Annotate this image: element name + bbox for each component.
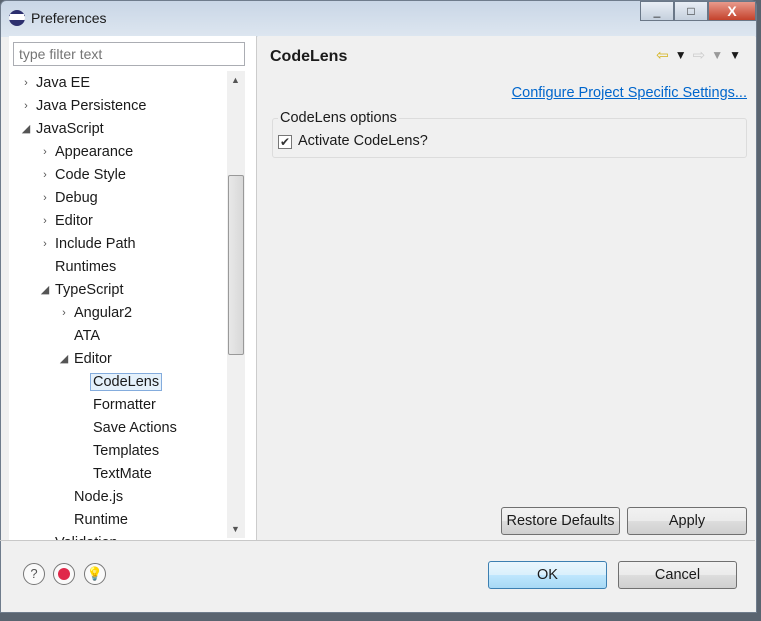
tree-item-label: Save Actions xyxy=(93,420,177,436)
scroll-thumb[interactable] xyxy=(228,175,244,355)
cancel-button[interactable]: Cancel xyxy=(618,561,737,589)
tree-scrollbar[interactable]: ▲ ▼ xyxy=(227,71,245,538)
configure-project-settings-link[interactable]: Configure Project Specific Settings... xyxy=(512,85,747,101)
collapse-arrow-icon[interactable]: ◢ xyxy=(21,118,31,140)
expand-arrow-icon[interactable]: › xyxy=(40,164,50,186)
maximize-button[interactable]: □ xyxy=(674,1,708,21)
tree-item-label: Java Persistence xyxy=(36,98,147,114)
tree-item[interactable]: ◢ TypeScript xyxy=(41,279,124,301)
expand-arrow-icon[interactable]: › xyxy=(40,187,50,209)
tree-item[interactable]: Validation xyxy=(55,532,118,540)
window-title: Preferences xyxy=(31,10,107,26)
expand-arrow-icon[interactable]: › xyxy=(40,210,50,232)
tree-item[interactable]: Runtime xyxy=(74,509,128,531)
page-title: CodeLens xyxy=(270,48,348,65)
tree-item-label: Runtime xyxy=(74,512,128,528)
scroll-down-icon[interactable]: ▼ xyxy=(231,524,240,534)
tree-item-label: Node.js xyxy=(74,489,124,505)
tree-item-label: Angular2 xyxy=(74,305,133,321)
expand-arrow-icon[interactable]: › xyxy=(21,72,31,94)
apply-button[interactable]: Apply xyxy=(627,507,747,535)
tree-item[interactable]: › Angular2 xyxy=(62,302,133,324)
forward-arrow-icon[interactable]: ⇨ xyxy=(693,46,706,64)
preference-tree-panel: › Java EE › Java Persistence ◢ JavaScript › App… xyxy=(9,36,257,540)
tree-item[interactable]: › Code Style xyxy=(43,164,126,186)
tree-item-label: Include Path xyxy=(55,236,136,252)
tree-item[interactable]: TextMate xyxy=(93,463,152,485)
help-icon[interactable]: ? xyxy=(23,563,45,585)
tree-item-label: Runtimes xyxy=(55,259,117,275)
activate-codelens-label[interactable]: Activate CodeLens? xyxy=(298,133,428,149)
minimize-button[interactable]: _ xyxy=(640,1,674,21)
tree-item[interactable]: Save Actions xyxy=(93,417,177,439)
collapse-arrow-icon[interactable]: ◢ xyxy=(40,279,50,301)
tree-item[interactable]: ◢ Editor xyxy=(60,348,112,370)
group-label: CodeLens options xyxy=(278,110,399,126)
tree-item[interactable]: Templates xyxy=(93,440,159,462)
tree-item[interactable]: › Appearance xyxy=(43,141,134,163)
expand-arrow-icon[interactable]: › xyxy=(21,95,31,117)
expand-arrow-icon[interactable]: › xyxy=(40,141,50,163)
tree-item[interactable]: Runtimes xyxy=(55,256,116,278)
collapse-arrow-icon[interactable]: ◢ xyxy=(59,348,69,370)
lightbulb-icon[interactable]: 💡 xyxy=(84,563,106,585)
tree-item[interactable]: ◢ JavaScript xyxy=(22,118,104,140)
tree-item[interactable]: › Include Path xyxy=(43,233,136,255)
tree-item-label: Appearance xyxy=(55,144,134,160)
activate-codelens-checkbox[interactable]: ✔ xyxy=(278,135,292,149)
back-arrow-icon[interactable]: ⇦ xyxy=(656,46,669,64)
tree-item-label: Editor xyxy=(55,213,93,229)
tree-item-label: Editor xyxy=(74,351,112,367)
forward-menu-icon[interactable]: ▼ xyxy=(711,48,723,62)
tree-item-label: TypeScript xyxy=(55,282,124,298)
expand-arrow-icon[interactable]: › xyxy=(40,233,50,255)
tree-item-label: JavaScript xyxy=(36,121,104,137)
ok-button[interactable]: OK xyxy=(488,561,607,589)
tree-item-label: Code Style xyxy=(55,167,126,183)
filter-input[interactable] xyxy=(13,42,245,66)
close-button[interactable]: X xyxy=(708,1,756,21)
tree-item[interactable]: › Java Persistence xyxy=(24,95,147,117)
tree-item[interactable]: › Java EE xyxy=(24,72,90,94)
tree-item[interactable]: › Editor xyxy=(43,210,93,232)
restore-defaults-button[interactable]: Restore Defaults xyxy=(501,507,620,535)
tree-item-label: ATA xyxy=(74,328,101,344)
preference-tree: › Java EE › Java Persistence ◢ JavaScript › App… xyxy=(9,71,227,540)
tree-item[interactable]: › Debug xyxy=(43,187,98,209)
tree-item-label: TextMate xyxy=(93,466,152,482)
tree-item-label: CodeLens xyxy=(90,373,163,391)
tree-item[interactable]: ATA xyxy=(74,325,100,347)
eclipse-icon xyxy=(9,10,25,26)
record-icon[interactable] xyxy=(53,563,75,585)
tree-item-label: Formatter xyxy=(93,397,156,413)
tree-item[interactable]: CodeLens xyxy=(90,371,163,393)
tree-item-label: Java EE xyxy=(36,75,90,91)
preference-page: CodeLens ⇦ ▼ ⇨ ▼ ▼ Configure Project Spe… xyxy=(258,36,755,540)
back-menu-icon[interactable]: ▼ xyxy=(675,48,687,62)
divider xyxy=(0,540,755,541)
tree-item-label: Templates xyxy=(93,443,160,459)
tree-item[interactable]: Formatter xyxy=(93,394,156,416)
tree-item[interactable]: Node.js xyxy=(74,486,123,508)
scroll-up-icon[interactable]: ▲ xyxy=(231,75,240,85)
tree-item-label: Debug xyxy=(55,190,98,206)
expand-arrow-icon[interactable]: › xyxy=(59,302,69,324)
view-menu-icon[interactable]: ▼ xyxy=(729,48,741,62)
